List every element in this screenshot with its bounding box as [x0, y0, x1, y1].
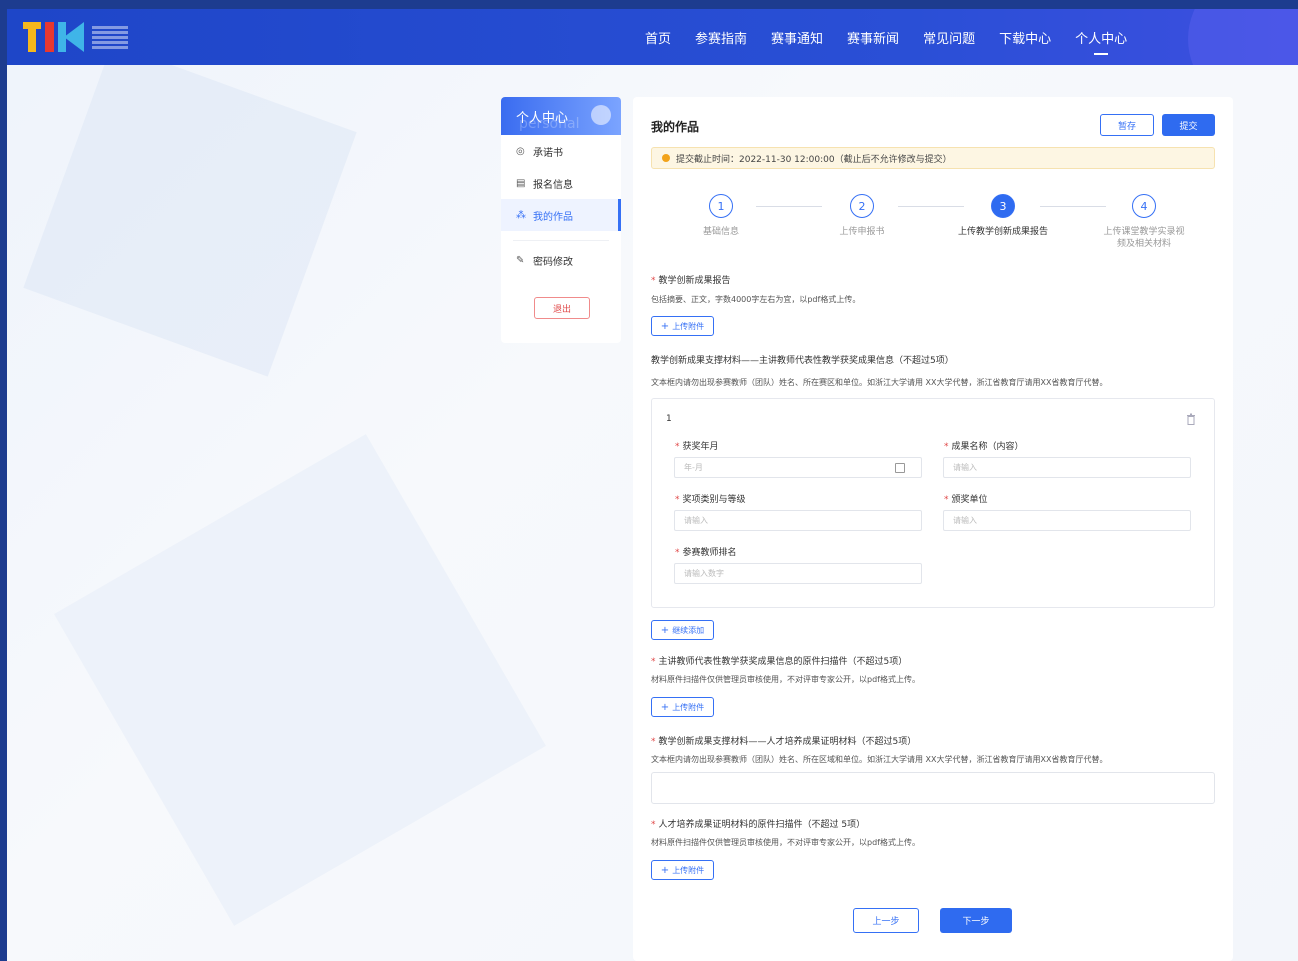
edit-icon: ✎ [516, 254, 525, 266]
step-label: 上传教学创新成果报告 [957, 227, 1048, 237]
award-type-input[interactable]: 请输入 [674, 510, 922, 531]
top-header: 首页 参赛指南 赛事通知 赛事新闻 常见问题 下载中心 个人中心 [7, 9, 1298, 65]
required-mark: * [651, 820, 656, 830]
section-report-title: * 教学创新成果报告 [651, 276, 731, 286]
logout-button[interactable]: 退出 [534, 297, 590, 319]
sidebar-item-label: 承诺书 [533, 147, 563, 159]
site-logo[interactable] [23, 19, 128, 55]
header-decoration [1188, 9, 1298, 65]
section-awards-desc: 文本框内请勿出现参赛教师（团队）姓名、所在赛区和单位。如浙江大学请用 XX大学代… [651, 378, 1108, 387]
issuer-input[interactable]: 请输入 [943, 510, 1191, 531]
award-entry-card: 1 * 获奖年月 年-月 * 成果名称（内容） 请输入 * 奖项类别与等级 请输入 *… [651, 398, 1215, 608]
step-4: 4 上传课堂教学实录视频及相关材料 [1080, 194, 1208, 250]
section-awards-title: 教学创新成果支撑材料——主讲教师代表性教学获奖成果信息（不超过5项） [651, 356, 954, 366]
logo-letter-t [23, 22, 41, 52]
award-type-label: * 奖项类别与等级 [675, 495, 746, 505]
step-3: 3 上传教学创新成果报告 [938, 194, 1068, 238]
works-icon: ⁂ [516, 209, 526, 221]
nav-home[interactable]: 首页 [645, 9, 671, 65]
add-more-button[interactable]: + 继续添加 [651, 620, 714, 640]
logo-subtitle [92, 22, 128, 52]
result-name-input[interactable]: 请输入 [943, 457, 1191, 478]
background-decoration [23, 43, 357, 377]
required-mark: * [651, 737, 656, 747]
sidebar-item-pledge[interactable]: ◎ 承诺书 [501, 135, 621, 167]
section-talent-desc: 文本框内请勿出现参赛教师（团队）姓名、所在区域和单位。如浙江大学请用 XX大学代… [651, 755, 1108, 764]
result-name-label: * 成果名称（内容） [944, 442, 1024, 452]
plus-icon: + [660, 701, 670, 713]
deadline-notice: 提交截止时间：2022-11-30 12:00:00（截止后不允许修改与提交） [651, 147, 1215, 169]
step-number: 1 [709, 194, 733, 218]
upload-scans-button[interactable]: + 上传附件 [651, 697, 714, 717]
step-1: 1 基础信息 [656, 194, 786, 238]
nav-downloads[interactable]: 下载中心 [999, 9, 1051, 65]
sidebar-item-registration[interactable]: ▤ 报名信息 [501, 167, 621, 199]
step-number: 2 [850, 194, 874, 218]
sidebar-item-password[interactable]: ✎ 密码修改 [501, 244, 621, 276]
nav-notices[interactable]: 赛事通知 [771, 9, 823, 65]
form-icon: ▤ [516, 177, 526, 189]
calendar-icon [895, 463, 905, 473]
step-number: 4 [1132, 194, 1156, 218]
step-label: 上传课堂教学实录视频及相关材料 [1103, 227, 1185, 249]
talent-proof-textarea[interactable] [651, 772, 1215, 804]
window-top-border [0, 0, 1298, 9]
section-report-desc: 包括摘要、正文，字数4000字左右为宜，以pdf格式上传。 [651, 295, 861, 304]
plus-icon: + [660, 864, 670, 876]
teacher-rank-input[interactable]: 请输入数字 [674, 563, 922, 584]
sidebar-item-label: 报名信息 [533, 179, 573, 191]
nav-personal-center[interactable]: 个人中心 [1075, 9, 1127, 65]
main-nav: 首页 参赛指南 赛事通知 赛事新闻 常见问题 下载中心 个人中心 [645, 9, 1151, 65]
step-2: 2 上传申报书 [797, 194, 927, 238]
nav-guide[interactable]: 参赛指南 [695, 9, 747, 65]
sidebar: 个人中心 personal ◎ 承诺书 ▤ 报名信息 ⁂ 我的作品 ✎ 密码修改… [501, 97, 621, 343]
background-decoration [54, 434, 546, 926]
step-label: 上传申报书 [839, 227, 885, 237]
sidebar-divider [513, 240, 609, 241]
section-talent-scans-title: * 人才培养成果证明材料的原件扫描件（不超过 5项） [651, 820, 866, 830]
trash-icon[interactable] [1186, 413, 1196, 425]
award-date-picker[interactable]: 年-月 [674, 457, 922, 478]
avatar [591, 105, 611, 125]
page-title: 我的作品 [651, 120, 700, 134]
required-mark: * [651, 657, 656, 667]
entry-index: 1 [666, 414, 672, 424]
section-scans-desc: 材料原件扫描件仅供管理员审核使用，不对评审专家公开，以pdf格式上传。 [651, 675, 920, 684]
sidebar-ghost-text: personal [519, 116, 580, 132]
sidebar-header: 个人中心 personal [501, 97, 621, 135]
logo-letter-i [45, 22, 54, 52]
sidebar-item-label: 密码修改 [533, 256, 573, 268]
upload-talent-scans-button[interactable]: + 上传附件 [651, 860, 714, 880]
section-scans-title: * 主讲教师代表性教学获奖成果信息的原件扫描件（不超过5项） [651, 657, 908, 667]
warning-icon [662, 154, 670, 162]
sidebar-item-label: 我的作品 [533, 211, 573, 223]
sidebar-item-my-works[interactable]: ⁂ 我的作品 [501, 199, 621, 231]
step-label: 基础信息 [702, 227, 739, 237]
section-talent-scans-desc: 材料原件扫描件仅供管理员审核使用，不对评审专家公开，以pdf格式上传。 [651, 838, 920, 847]
prev-step-button[interactable]: 上一步 [853, 908, 919, 933]
next-step-button[interactable]: 下一步 [940, 908, 1012, 933]
main-panel: 我的作品 暂存 提交 提交截止时间：2022-11-30 12:00:00（截止… [633, 97, 1233, 961]
nav-news[interactable]: 赛事新闻 [847, 9, 899, 65]
teacher-rank-label: * 参赛教师排名 [675, 548, 737, 558]
doc-icon: ◎ [516, 145, 525, 157]
submit-button[interactable]: 提交 [1162, 114, 1215, 136]
upload-report-button[interactable]: + 上传附件 [651, 316, 714, 336]
section-talent-title: * 教学创新成果支撑材料——人才培养成果证明材料（不超过5项） [651, 737, 917, 747]
window-left-border [0, 0, 7, 961]
required-mark: * [651, 276, 656, 286]
nav-faq[interactable]: 常见问题 [923, 9, 975, 65]
deadline-text: 提交截止时间：2022-11-30 12:00:00（截止后不允许修改与提交） [676, 154, 952, 165]
logo-letter-c [58, 22, 84, 52]
issuer-label: * 颁奖单位 [944, 495, 988, 505]
save-draft-button[interactable]: 暂存 [1100, 114, 1154, 136]
step-number: 3 [991, 194, 1015, 218]
award-date-label: * 获奖年月 [675, 442, 719, 452]
plus-icon: + [660, 624, 670, 636]
plus-icon: + [660, 320, 670, 332]
